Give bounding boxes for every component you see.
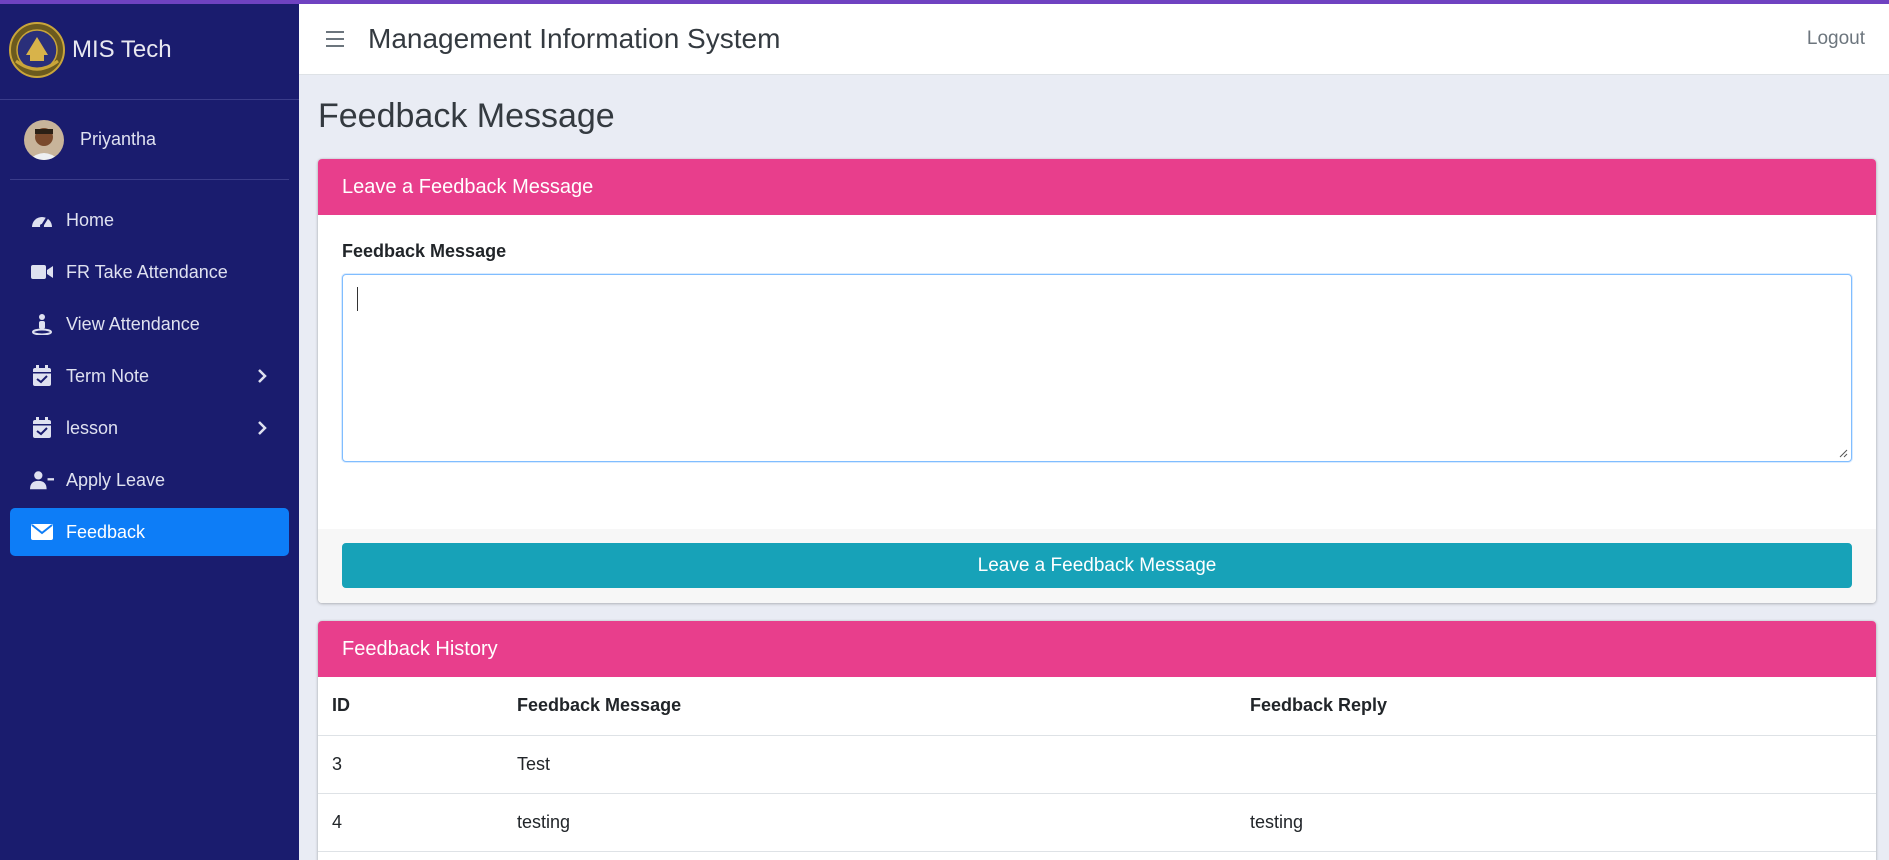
feedback-history-table: ID Feedback Message Feedback Reply 3 Tes…	[318, 677, 1876, 852]
feedback-history-card: Feedback History ID Feedback Message Fee…	[318, 621, 1876, 860]
calendar-check-icon	[30, 365, 54, 387]
main-content: Feedback Message Leave a Feedback Messag…	[318, 75, 1876, 860]
sidebar-item-view-attendance[interactable]: View Attendance	[10, 300, 289, 348]
cell-id: 4	[318, 793, 503, 852]
table-header-row: ID Feedback Message Feedback Reply	[318, 677, 1876, 736]
page-title: Feedback Message	[318, 97, 615, 135]
cell-feedback-message: Test	[503, 735, 1236, 794]
user-panel[interactable]: Priyantha	[10, 100, 289, 180]
video-camera-icon	[30, 261, 54, 283]
column-header-feedback-message: Feedback Message	[503, 677, 1236, 736]
sidebar-item-home[interactable]: Home	[10, 196, 289, 244]
cell-feedback-message: testing	[503, 793, 1236, 852]
sidebar-item-label: View Attendance	[66, 313, 200, 334]
feedback-form-body: Feedback Message	[318, 215, 1876, 529]
submit-feedback-button[interactable]: Leave a Feedback Message	[342, 543, 1852, 588]
top-accent-bar	[0, 0, 1889, 4]
brand[interactable]: MIS Tech	[0, 0, 299, 100]
sidebar-item-label: Feedback	[66, 521, 146, 542]
avatar	[24, 119, 64, 160]
dashboard-gauge-icon	[30, 209, 54, 231]
brand-name: MIS Tech	[72, 35, 172, 63]
top-navbar: Management Information System Logout	[299, 4, 1889, 75]
column-header-id: ID	[318, 677, 503, 736]
sidebar-item-term-note[interactable]: Term Note	[10, 352, 289, 400]
sidebar-item-lesson[interactable]: lesson	[10, 404, 289, 452]
chevron-right-icon	[258, 421, 267, 435]
person-standing-icon	[30, 313, 54, 335]
resize-grip-icon[interactable]	[1838, 448, 1848, 458]
cell-id: 3	[318, 735, 503, 794]
logo-emblem-icon	[9, 21, 65, 78]
sidebar-item-label: FR Take Attendance	[66, 261, 228, 282]
envelope-icon	[30, 521, 54, 543]
feedback-form-card: Leave a Feedback Message Feedback Messag…	[318, 159, 1876, 603]
table-row: 4 testing testing	[318, 793, 1876, 852]
user-name: Priyantha	[80, 129, 157, 149]
calendar-check-icon	[30, 417, 54, 439]
user-minus-icon	[30, 469, 54, 491]
hamburger-menu-icon[interactable]	[326, 31, 344, 47]
feedback-form-footer: Leave a Feedback Message	[318, 529, 1876, 603]
cell-feedback-reply	[1236, 735, 1876, 794]
feedback-form-card-header: Leave a Feedback Message	[318, 159, 1876, 215]
logout-link[interactable]: Logout	[1807, 28, 1865, 50]
sidebar-item-feedback[interactable]: Feedback	[10, 508, 289, 556]
header-title: Management Information System	[368, 23, 781, 54]
feedback-history-card-header: Feedback History	[318, 621, 1876, 677]
sidebar: MIS Tech Priyantha Home FR Take Attendan…	[0, 0, 299, 860]
sidebar-item-fr-take-attendance[interactable]: FR Take Attendance	[10, 248, 289, 296]
text-caret	[357, 287, 358, 311]
table-row: 3 Test	[318, 735, 1876, 794]
sidebar-item-label: Home	[66, 209, 115, 230]
sidebar-nav: Home FR Take Attendance View Attendance …	[0, 180, 299, 556]
sidebar-item-apply-leave[interactable]: Apply Leave	[10, 456, 289, 504]
cell-feedback-reply: testing	[1236, 793, 1876, 852]
sidebar-item-label: Term Note	[66, 365, 150, 386]
column-header-feedback-reply: Feedback Reply	[1236, 677, 1876, 736]
sidebar-item-label: Apply Leave	[66, 469, 166, 490]
chevron-right-icon	[258, 369, 267, 383]
feedback-message-textarea[interactable]	[342, 274, 1852, 462]
sidebar-item-label: lesson	[66, 417, 119, 438]
feedback-message-label: Feedback Message	[342, 241, 507, 261]
